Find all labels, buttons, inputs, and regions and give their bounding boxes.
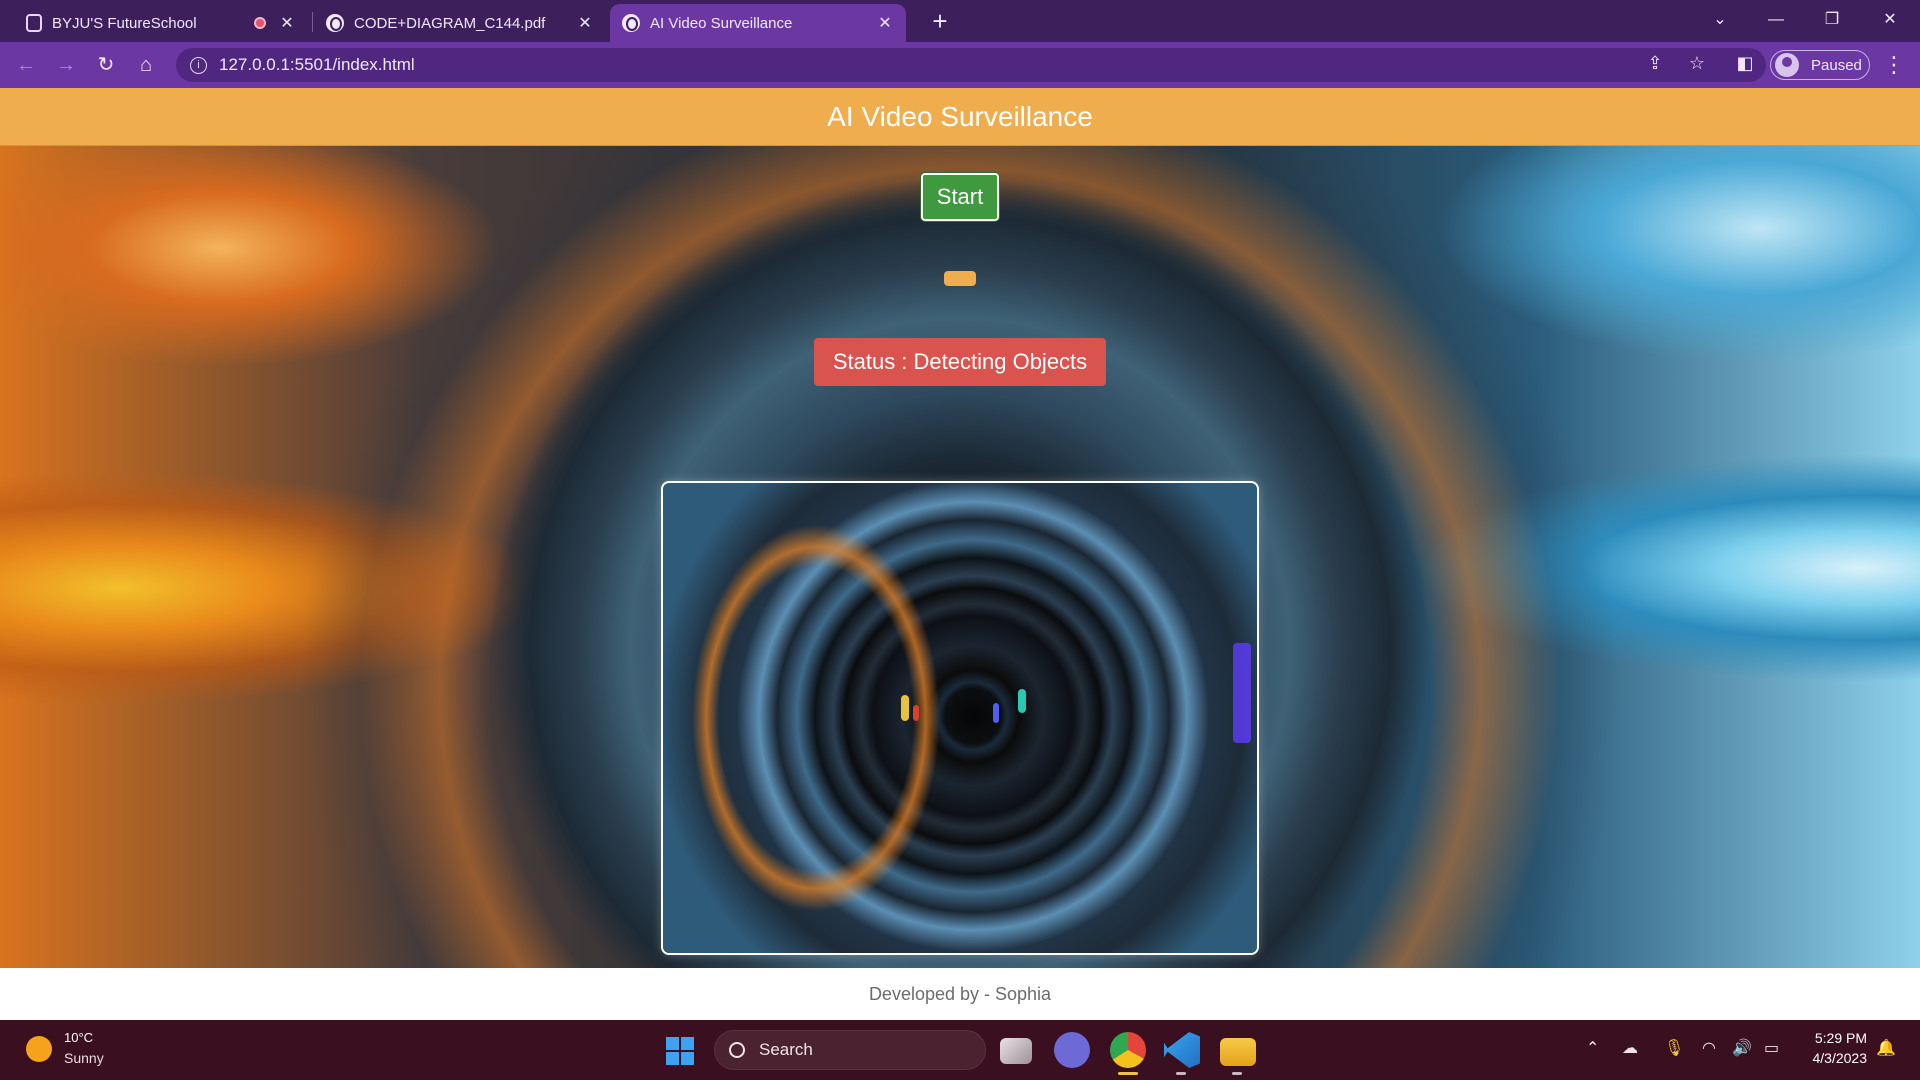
close-window-icon[interactable]: ✕ [1862, 0, 1918, 40]
notification-bell-icon[interactable]: 🔔 [1876, 1038, 1896, 1058]
address-bar[interactable]: i 127.0.0.1:5501/index.html [176, 48, 1766, 82]
tab-search-chevron-icon[interactable]: ⌄ [1692, 0, 1748, 40]
chrome-icon[interactable] [1110, 1032, 1146, 1068]
lens-glint-yellow [901, 695, 909, 721]
explorer-running-indicator [1232, 1072, 1242, 1075]
lens-glint-red [913, 705, 919, 721]
windows-start-icon[interactable] [666, 1037, 694, 1065]
task-view-icon[interactable] [1000, 1038, 1032, 1064]
file-explorer-icon[interactable] [1220, 1038, 1256, 1066]
chrome-active-indicator [1118, 1072, 1138, 1075]
byjus-favicon-icon [26, 14, 42, 32]
start-button[interactable]: Start [920, 172, 1000, 222]
page-footer: Developed by - Sophia [0, 968, 1920, 1020]
browser-toolbar: ← → ↻ ⌂ i 127.0.0.1:5501/index.html ⇪ ☆ … [0, 42, 1920, 88]
bookmark-star-icon[interactable]: ☆ [1682, 48, 1712, 78]
tab-title: CODE+DIAGRAM_C144.pdf [354, 14, 546, 32]
teams-chat-icon[interactable] [1054, 1032, 1090, 1068]
recording-indicator-icon [254, 17, 266, 29]
tab-ai-video-surveillance[interactable]: AI Video Surveillance ✕ [610, 4, 906, 42]
sun-weather-icon[interactable] [26, 1036, 52, 1062]
page-viewport: AI Video Surveillance Start Status : Det… [0, 88, 1920, 1020]
vscode-icon[interactable] [1164, 1032, 1200, 1068]
video-player[interactable] [661, 481, 1259, 955]
profile-button[interactable]: Paused [1770, 50, 1870, 80]
close-tab-icon[interactable]: ✕ [876, 13, 894, 33]
more-menu-icon[interactable]: ⋮ [1880, 51, 1908, 79]
status-badge: Status : Detecting Objects [814, 338, 1106, 386]
avatar [1775, 53, 1799, 77]
volume-icon[interactable]: 🔊 [1732, 1038, 1752, 1058]
chevron-up-icon[interactable]: ⌃ [1586, 1038, 1599, 1058]
new-tab-button[interactable]: + [924, 6, 956, 38]
battery-icon[interactable]: ▭ [1764, 1038, 1779, 1058]
clock-time[interactable]: 5:29 PM [1805, 1030, 1867, 1046]
globe-icon [326, 14, 344, 32]
minimize-icon[interactable]: — [1748, 0, 1804, 40]
taskbar-search[interactable]: Search [714, 1030, 986, 1070]
tab-byjus[interactable]: BYJU'S FutureSchool ✕ [14, 4, 308, 42]
forward-arrow-icon[interactable]: → [52, 51, 80, 79]
lens-glint-blue [993, 703, 999, 723]
clock-date[interactable]: 4/3/2023 [1800, 1050, 1868, 1066]
weather-temperature[interactable]: 10°C [64, 1030, 93, 1045]
globe-icon [622, 14, 640, 32]
home-icon[interactable]: ⌂ [132, 51, 160, 79]
close-tab-icon[interactable]: ✕ [576, 13, 594, 33]
share-icon[interactable]: ⇪ [1640, 48, 1670, 78]
search-icon [729, 1042, 745, 1058]
back-arrow-icon[interactable]: ← [12, 51, 40, 79]
onedrive-cloud-icon[interactable]: ☁ [1622, 1038, 1638, 1058]
browser-tab-strip: BYJU'S FutureSchool ✕ CODE+DIAGRAM_C144.… [0, 0, 1920, 42]
page-title: AI Video Surveillance [0, 88, 1920, 146]
lens-glint-purple-edge [1233, 643, 1251, 743]
weather-description[interactable]: Sunny [64, 1050, 104, 1066]
tab-divider [312, 12, 313, 32]
close-tab-icon[interactable]: ✕ [278, 13, 296, 33]
microphone-icon[interactable]: 🎙 [1664, 1038, 1684, 1058]
tab-title: BYJU'S FutureSchool [52, 14, 197, 32]
tab-title: AI Video Surveillance [650, 14, 793, 32]
vscode-running-indicator [1176, 1072, 1186, 1075]
wifi-icon[interactable]: ◠ [1702, 1038, 1716, 1058]
tab-pdf[interactable]: CODE+DIAGRAM_C144.pdf ✕ [314, 4, 606, 42]
restore-icon[interactable]: ❐ [1804, 0, 1860, 40]
reload-icon[interactable]: ↻ [92, 51, 120, 79]
windows-taskbar: 10°C Sunny Search ⌃ ☁ 🎙 ◠ 🔊 ▭ 5:29 PM 4/… [0, 1020, 1920, 1080]
side-panel-icon[interactable]: ◧ [1730, 48, 1760, 78]
site-info-icon[interactable]: i [190, 56, 207, 74]
object-count-badge [944, 271, 976, 286]
profile-status: Paused [1811, 56, 1862, 74]
address-url: 127.0.0.1:5501/index.html [219, 55, 415, 74]
lens-glint-teal [1018, 689, 1026, 713]
search-placeholder: Search [759, 1040, 813, 1059]
